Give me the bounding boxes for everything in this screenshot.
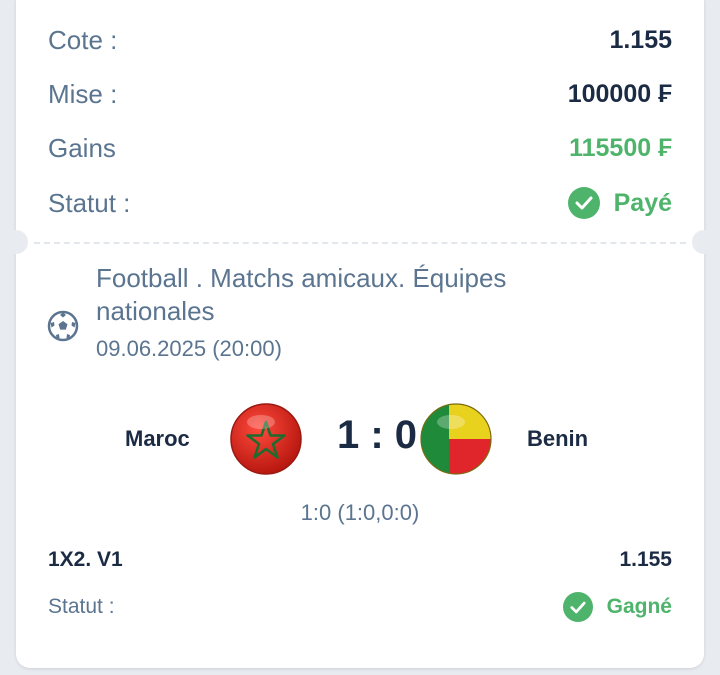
match-score: 1 : 0 (336, 413, 418, 457)
selection-statut-label: Statut : (48, 595, 115, 618)
check-circle-icon (567, 187, 600, 219)
selection-statut-status: Gagné (562, 592, 672, 622)
statut-value: Payé (613, 188, 672, 217)
ticket-notch-right (692, 230, 716, 254)
gains-label: Gains (48, 132, 116, 163)
gains-value: 115500 ₣ (569, 133, 672, 162)
event-title: Football . Matchs amicaux. Équipes natio… (96, 263, 507, 326)
gains-row: Gains 115500 ₣ (48, 128, 672, 168)
ticket-notch-left (4, 230, 28, 254)
market-label: 1X2. V1 (48, 548, 123, 571)
statut-label: Statut : (48, 187, 131, 218)
mise-value: 100000 ₣ (567, 79, 672, 108)
selection-statut-value: Gagné (606, 595, 672, 618)
cote-value: 1.155 (609, 25, 672, 54)
cote-row: Cote : 1.155 (48, 20, 672, 60)
selection-odd: 1.155 (619, 548, 672, 571)
statut-status: Payé (567, 187, 672, 219)
soccer-ball-icon (47, 310, 79, 347)
bet-ticket-card: Cote : 1.155 Mise : 100000 ₣ Gains 11550… (4, 0, 716, 668)
score-detail: 1:0 (1:0,0:0) (300, 500, 420, 525)
cote-label: Cote : (48, 24, 118, 55)
ticket-divider (34, 242, 686, 244)
home-team-name: Maroc (125, 426, 190, 451)
statut-row: Statut : Payé (48, 183, 672, 223)
event-date: 09.06.2025 (20:00) (96, 336, 282, 361)
selection-status-row: Statut : Gagné (48, 592, 672, 622)
benin-flag-icon (419, 402, 493, 476)
morocco-flag-icon (229, 402, 303, 476)
check-circle-icon (562, 592, 593, 622)
selection-row: 1X2. V1 1.155 (48, 548, 672, 572)
mise-row: Mise : 100000 ₣ (48, 74, 672, 114)
mise-label: Mise : (48, 78, 118, 109)
away-team-name: Benin (527, 426, 589, 451)
